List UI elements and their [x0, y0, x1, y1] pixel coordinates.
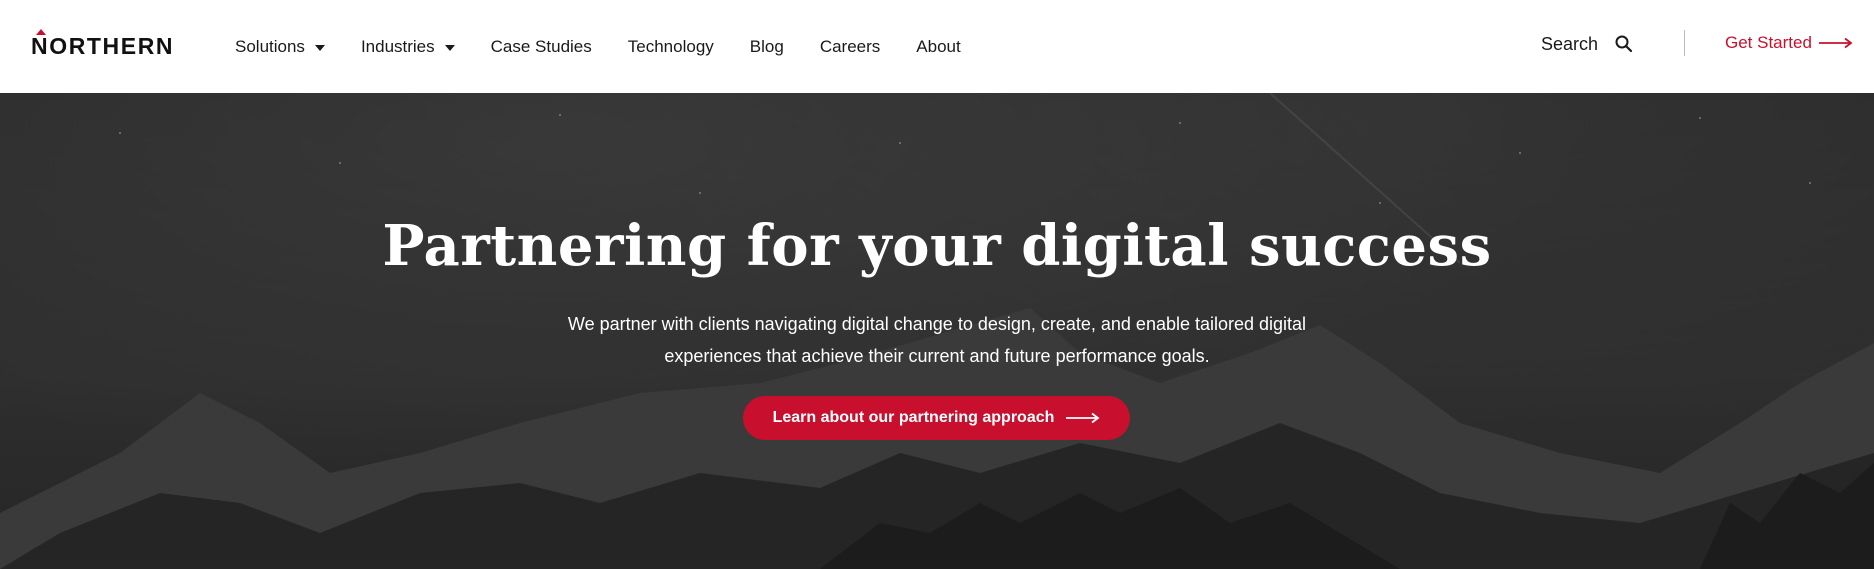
hero-title: Partnering for your digital success [382, 213, 1492, 279]
arrow-right-icon [1818, 37, 1853, 49]
main-nav: Solutions Industries Case Studies Techno… [235, 0, 997, 93]
hero-subtitle-line-1: We partner with clients navigating digit… [567, 314, 1307, 334]
caret-down-icon [314, 44, 325, 51]
nav-item-industries[interactable]: Industries [361, 37, 455, 57]
caret-down-icon [444, 44, 455, 51]
get-started-link[interactable]: Get Started [1725, 30, 1853, 56]
search-label: Search [1541, 33, 1599, 54]
nav-item-label: Technology [627, 36, 714, 56]
search-button[interactable]: Search [1541, 30, 1634, 58]
get-started-label: Get Started [1725, 33, 1812, 52]
logo-mark-icon [36, 29, 46, 35]
cta-label: Learn about our partnering approach [772, 409, 1055, 426]
search-icon [1615, 35, 1633, 53]
nav-item-label: Case Studies [490, 36, 592, 56]
nav-item-careers[interactable]: Careers [820, 37, 880, 57]
nav-item-label: Solutions [235, 36, 305, 56]
header-divider [1684, 30, 1685, 56]
nav-item-solutions[interactable]: Solutions [235, 37, 325, 57]
logo-text: NORTHERN [31, 33, 175, 59]
nav-item-blog[interactable]: Blog [750, 37, 784, 57]
nav-item-about[interactable]: About [916, 37, 960, 57]
hero-subtitle-line-2: experiences that achieve their current a… [664, 346, 1210, 366]
nav-item-label: About [916, 36, 961, 56]
nav-item-label: Careers [819, 36, 881, 56]
site-header: NORTHERN Solutions Industries Case Studi… [0, 0, 1874, 93]
hero-section: Partnering for your digital success We p… [0, 93, 1874, 569]
nav-item-technology[interactable]: Technology [628, 37, 714, 57]
nav-item-label: Industries [360, 36, 435, 56]
northern-logo[interactable]: NORTHERN [31, 28, 174, 58]
arrow-right-icon [1066, 412, 1100, 424]
partnering-approach-button[interactable]: Learn about our partnering approach [743, 396, 1130, 440]
nav-item-label: Blog [749, 36, 784, 56]
hero-subtitle: We partner with clients navigating digit… [537, 308, 1337, 372]
nav-item-case-studies[interactable]: Case Studies [491, 37, 592, 57]
